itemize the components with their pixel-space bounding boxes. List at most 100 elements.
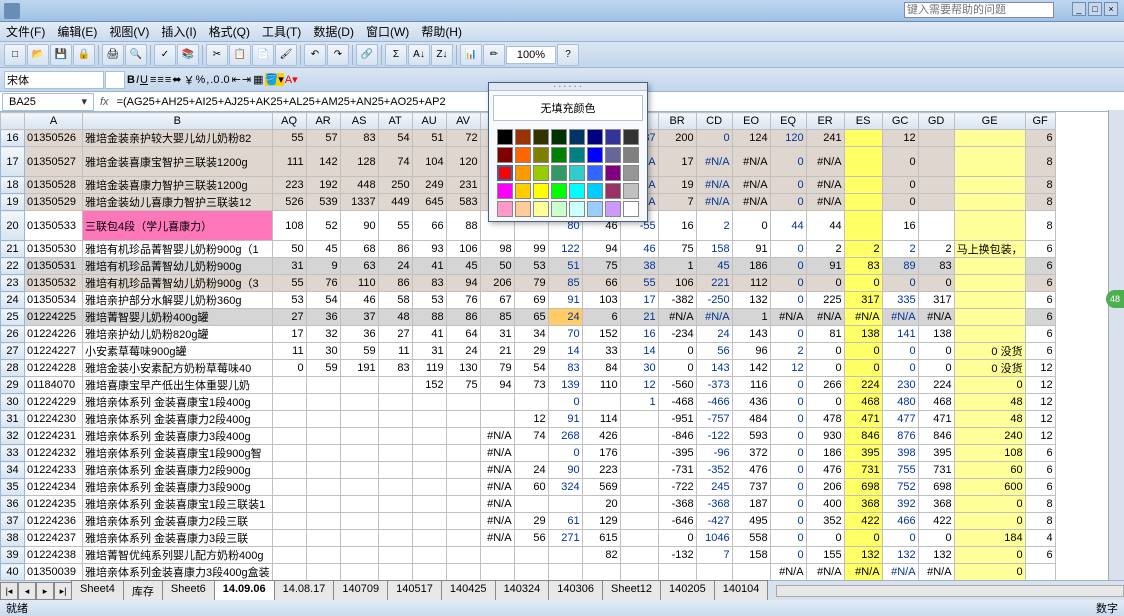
currency-button[interactable]: ￥: [183, 72, 194, 88]
row-header[interactable]: 29: [1, 377, 25, 394]
cell[interactable]: [340, 445, 378, 462]
cell[interactable]: 0: [882, 194, 918, 211]
cell[interactable]: 雅培亲护部分水解婴儿奶粉360g: [83, 292, 273, 309]
cell[interactable]: 6: [582, 309, 620, 326]
cell[interactable]: 20: [582, 496, 620, 513]
cell[interactable]: -352: [696, 462, 732, 479]
color-swatch[interactable]: [605, 129, 621, 145]
cell[interactable]: 75: [658, 241, 696, 258]
sheet-tab[interactable]: 140104: [714, 580, 769, 602]
cell[interactable]: 75: [582, 258, 620, 275]
cell[interactable]: 73: [514, 377, 548, 394]
cell[interactable]: 225: [806, 292, 844, 309]
cell[interactable]: 94: [480, 377, 514, 394]
restore-button[interactable]: □: [1088, 2, 1102, 16]
cell[interactable]: 雅培亲体系列 金装喜康宝1段三联装1: [83, 496, 273, 513]
cell[interactable]: 468: [918, 394, 954, 411]
cell[interactable]: [378, 530, 412, 547]
color-swatch[interactable]: [533, 165, 549, 181]
cell[interactable]: 79: [514, 275, 548, 292]
cell[interactable]: 雅培亲体系列 金装喜康力3段900g: [83, 479, 273, 496]
menu-edit[interactable]: 编辑(E): [57, 23, 97, 40]
cell[interactable]: [480, 547, 514, 564]
cell[interactable]: 0: [954, 377, 1025, 394]
align-center-button[interactable]: ≡: [157, 74, 163, 86]
cell[interactable]: 41: [412, 326, 446, 343]
sheet-tab[interactable]: 库存: [123, 580, 163, 602]
cell[interactable]: 0: [918, 343, 954, 360]
cell[interactable]: 2: [844, 241, 882, 258]
cell[interactable]: 36: [340, 326, 378, 343]
cell[interactable]: 75: [446, 377, 480, 394]
cell[interactable]: 395: [918, 445, 954, 462]
cell[interactable]: 230: [882, 377, 918, 394]
cell[interactable]: [272, 462, 306, 479]
cell[interactable]: [620, 530, 658, 547]
close-button[interactable]: ×: [1104, 2, 1118, 16]
preview-button[interactable]: 🔍: [125, 44, 147, 66]
cell[interactable]: 0: [844, 343, 882, 360]
cell[interactable]: [954, 194, 1025, 211]
cell[interactable]: 01224231: [25, 428, 83, 445]
cell[interactable]: [620, 462, 658, 479]
cell[interactable]: [954, 275, 1025, 292]
cell[interactable]: 12: [1025, 411, 1055, 428]
help-button[interactable]: ?: [557, 44, 579, 66]
cell[interactable]: 128: [340, 147, 378, 177]
cell[interactable]: 14: [548, 343, 582, 360]
cell[interactable]: [272, 564, 306, 581]
cell[interactable]: -250: [696, 292, 732, 309]
bold-button[interactable]: B: [127, 74, 135, 86]
cell[interactable]: #N/A: [480, 428, 514, 445]
cell[interactable]: 0: [954, 496, 1025, 513]
cell[interactable]: [954, 258, 1025, 275]
cell[interactable]: 426: [582, 428, 620, 445]
cut-button[interactable]: ✂: [206, 44, 228, 66]
cell[interactable]: 51: [412, 130, 446, 147]
cell[interactable]: 54: [306, 292, 340, 309]
cell[interactable]: 79: [480, 360, 514, 377]
cell[interactable]: 94: [446, 275, 480, 292]
cell[interactable]: 737: [732, 479, 770, 496]
cell[interactable]: 83: [548, 360, 582, 377]
cell[interactable]: [378, 547, 412, 564]
cell[interactable]: 41: [412, 258, 446, 275]
column-header[interactable]: ES: [844, 113, 882, 130]
cell[interactable]: 69: [514, 292, 548, 309]
color-swatch[interactable]: [515, 129, 531, 145]
column-header[interactable]: AS: [340, 113, 378, 130]
cell[interactable]: #N/A: [696, 309, 732, 326]
cell[interactable]: 6: [1025, 275, 1055, 292]
row-header[interactable]: 16: [1, 130, 25, 147]
cell[interactable]: 雅培金装喜康力智护三联装1200g: [83, 177, 273, 194]
cell[interactable]: #N/A: [480, 513, 514, 530]
color-swatch[interactable]: [587, 165, 603, 181]
menu-file[interactable]: 文件(F): [6, 23, 45, 40]
cell[interactable]: 484: [732, 411, 770, 428]
cell[interactable]: [306, 428, 340, 445]
cell[interactable]: 583: [446, 194, 480, 211]
cell[interactable]: 21: [480, 343, 514, 360]
cell[interactable]: [272, 479, 306, 496]
fill-color-button[interactable]: 🪣▾: [265, 73, 284, 86]
color-swatch[interactable]: [533, 129, 549, 145]
cell[interactable]: 477: [882, 411, 918, 428]
cell[interactable]: 0: [770, 411, 806, 428]
cell[interactable]: 01350530: [25, 241, 83, 258]
row-header[interactable]: 32: [1, 428, 25, 445]
color-swatch[interactable]: [569, 129, 585, 145]
borders-button[interactable]: ▦: [253, 73, 263, 86]
cell[interactable]: 0: [770, 292, 806, 309]
permission-button[interactable]: 🔒: [73, 44, 95, 66]
cell[interactable]: 476: [732, 462, 770, 479]
cell[interactable]: 14: [620, 343, 658, 360]
color-swatch[interactable]: [515, 165, 531, 181]
cell[interactable]: 8: [1025, 147, 1055, 177]
cell[interactable]: 66: [412, 211, 446, 241]
cell[interactable]: 176: [582, 445, 620, 462]
cell[interactable]: 142: [306, 147, 340, 177]
cell[interactable]: 187: [732, 496, 770, 513]
cell[interactable]: -468: [658, 394, 696, 411]
cell[interactable]: 54: [378, 130, 412, 147]
sheet-tab[interactable]: Sheet12: [602, 580, 661, 602]
